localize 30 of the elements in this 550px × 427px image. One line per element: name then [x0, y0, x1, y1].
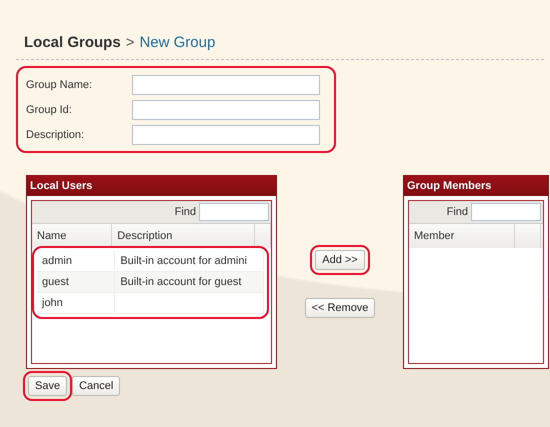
find-label: Find — [446, 206, 468, 218]
input-field[interactable] — [132, 124, 320, 144]
column-header[interactable]: Name — [32, 224, 112, 248]
table-cell: Built-in account for admini — [115, 251, 264, 271]
transfer-button[interactable]: Add >> — [315, 250, 365, 270]
action-button[interactable]: Save — [28, 376, 68, 396]
panel-title: Group Members — [404, 176, 548, 196]
find-field[interactable] — [471, 203, 541, 221]
panel-title: Local Users — [27, 176, 276, 196]
column-header[interactable]: Description — [112, 224, 256, 248]
table-cell: john — [37, 293, 116, 313]
find-label: Find — [174, 206, 196, 218]
input-field[interactable] — [132, 100, 320, 120]
table-cell: admin — [37, 251, 116, 271]
table-row[interactable]: admin Built-in account for admini — [37, 251, 264, 272]
input-field[interactable] — [132, 74, 320, 94]
field-label: Description: — [26, 128, 86, 140]
table-row[interactable]: guest Built-in account for guest — [37, 272, 264, 293]
find-field[interactable] — [199, 203, 269, 221]
breadcrumb-link[interactable]: Local Groups — [24, 34, 121, 51]
breadcrumb-separator: > — [126, 34, 134, 51]
field-label: Group Name: — [26, 78, 94, 90]
column-header[interactable]: Member — [409, 224, 515, 248]
table-row[interactable]: john — [37, 293, 264, 314]
field-label: Group Id: — [26, 104, 73, 116]
table-cell: guest — [37, 272, 116, 292]
table-cell: Built-in account for guest — [115, 272, 264, 292]
action-button[interactable]: Cancel — [72, 376, 120, 396]
transfer-button[interactable]: << Remove — [304, 298, 376, 318]
breadcrumb-current: New Group — [139, 34, 216, 51]
